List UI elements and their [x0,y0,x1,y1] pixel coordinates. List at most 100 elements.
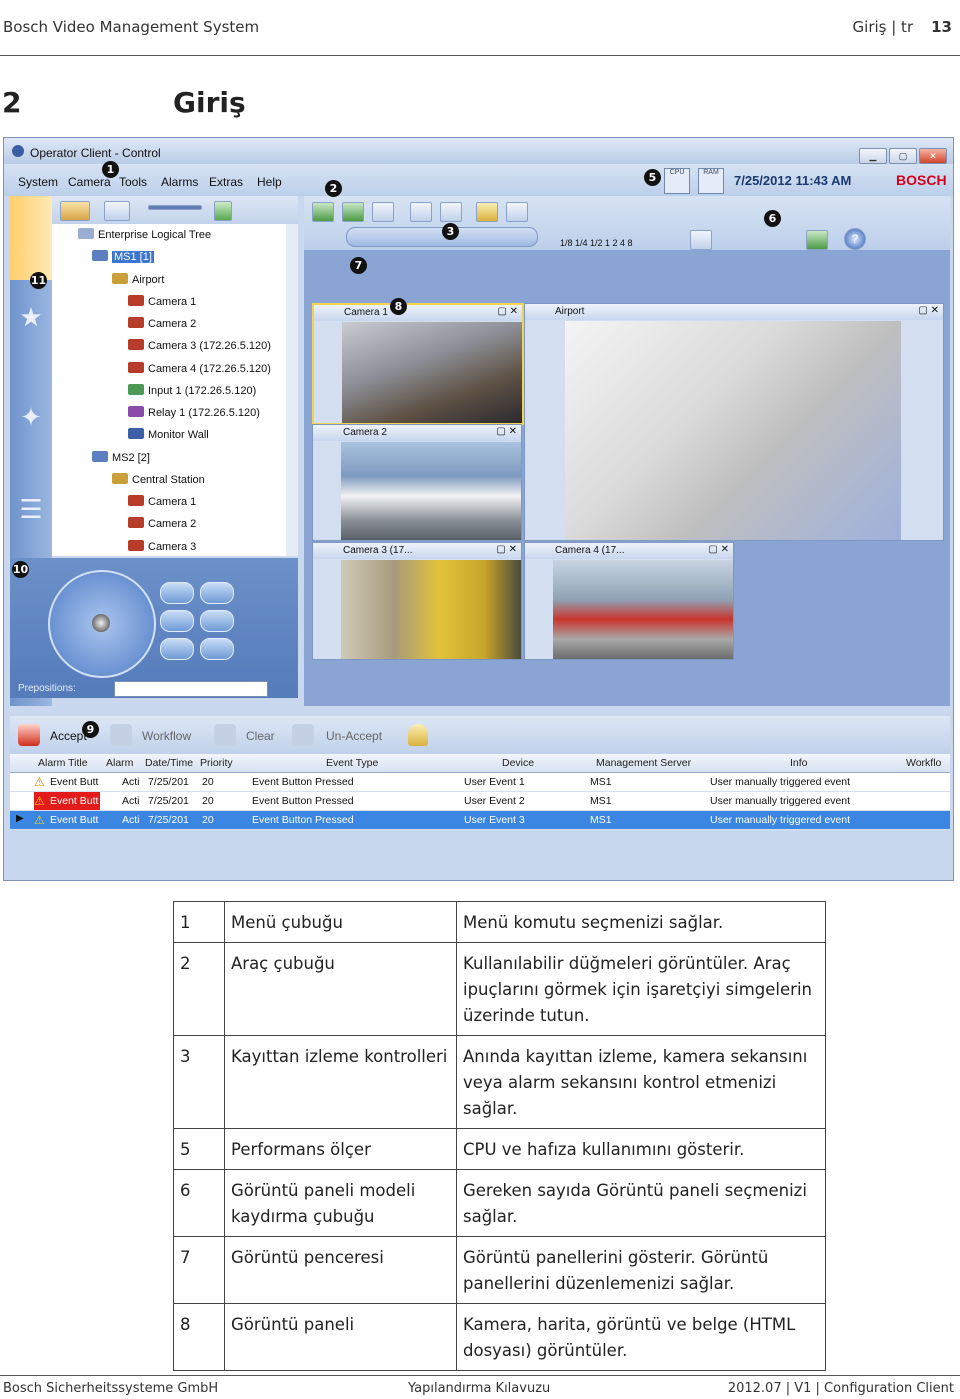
legend-row: 6 Görüntü paneli modeli kaydırma çubuğu … [173,1169,826,1237]
legend-name: Görüntü paneli [224,1303,457,1371]
volume-slider[interactable] [148,205,202,210]
menu-system[interactable]: System [18,175,58,189]
tree-item[interactable]: Central Station [112,473,205,486]
camera-toolbar-icon[interactable] [60,201,90,221]
col-event-type[interactable]: Event Type [326,757,396,769]
ptz-aux-button[interactable] [200,610,234,632]
pane-close-icon[interactable]: ▢ ✕ [918,305,939,316]
pane-close-icon[interactable]: ▢ ✕ [708,544,729,555]
image-pane-camera-1[interactable]: Camera 1 ▢ ✕ [312,303,524,425]
tree-item-label: Airport [132,274,165,286]
image-pane-camera-3[interactable]: Camera 3 (17... ▢ ✕ [312,542,522,660]
tree-item[interactable]: MS2 [2] [92,451,150,464]
legend-name: Menü çubuğu [224,901,457,943]
col-device[interactable]: Device [502,757,552,769]
bell-icon[interactable] [408,724,428,746]
print-icon[interactable] [410,202,432,222]
menu-camera[interactable]: Camera [68,175,111,189]
tree-item[interactable]: Camera 3 [128,540,196,553]
undock-icon[interactable] [312,202,334,222]
col-datetime[interactable]: Date/Time [145,757,197,769]
menu-extras[interactable]: Extras [209,175,243,189]
ptz-home-button[interactable] [200,638,234,660]
pane-close-icon[interactable]: ▢ ✕ [496,426,517,437]
legend-table: 1 Menü çubuğu Menü komutu seçmenizi sağl… [173,901,826,1371]
tree-item-label: Camera 1 [148,296,197,308]
tree-scrollbar[interactable] [286,224,298,556]
layout-icon[interactable] [690,230,712,250]
legend-description: Kullanılabilir düğmeleri görüntüler. Ara… [456,942,826,1036]
add-pane-icon[interactable] [806,230,828,250]
image-pane-camera-2[interactable]: Camera 2 ▢ ✕ [312,424,522,541]
tree-item[interactable]: Camera 2 [128,517,196,530]
alarm-row[interactable]: ⚠ Event Butt Acti 7/25/201 20 Event Butt… [10,792,950,811]
legend-description: Gereken sayıda Görüntü paneli seçmenizi … [456,1169,826,1237]
camera-icon [128,517,144,528]
speaker-icon[interactable] [214,201,232,221]
col-priority[interactable]: Priority [200,757,244,769]
tree-item[interactable]: Camera 1 [128,495,196,508]
star-icon[interactable]: ★ [16,302,46,332]
legend-number: 2 [173,942,225,1036]
favorite-icon[interactable] [476,202,498,222]
maximize-icon[interactable]: ▢ [889,148,917,164]
callout-2: 2 [325,180,342,197]
help-icon[interactable]: ? [844,228,866,250]
menu-alarms[interactable]: Alarms [161,175,198,189]
cell-priority: 20 [202,776,214,788]
image-pane-camera-4[interactable]: Camera 4 (17... ▢ ✕ [524,542,734,660]
tree-item[interactable]: Camera 2 [128,317,196,330]
image-pane-airport-map[interactable]: Airport ▢ ✕ [524,303,944,541]
image-icon[interactable] [372,202,394,222]
tree-item[interactable]: Airport [112,273,164,286]
pane-close-icon[interactable]: ▢ ✕ [496,544,517,555]
tree-item[interactable]: Camera 4 (172.26.5.120) [128,362,271,375]
camera-icon [128,295,144,306]
minimize-icon[interactable]: ▁ [859,148,887,164]
col-alarm-title[interactable]: Alarm Title [38,757,98,769]
alarm-row[interactable]: ⚠ Event Butt Acti 7/25/201 20 Event Butt… [10,773,950,792]
ptz-preset-button[interactable] [160,638,194,660]
clear-button[interactable]: Clear [246,729,275,743]
sidebar-tab-tree[interactable] [10,196,52,280]
compass-icon[interactable]: ✦ [16,402,46,432]
legend-description: CPU ve hafıza kullanımını gösterir. [456,1128,826,1170]
alarm-row-selected[interactable]: ▶ ⚠ Event Butt Acti 7/25/201 20 Event Bu… [10,811,950,830]
window-titlebar: Operator Client - Control ▁ ▢ ✕ [4,138,953,164]
col-workflow[interactable]: Workflo [906,757,950,769]
export-icon[interactable] [506,202,528,222]
menu-tools[interactable]: Tools [119,175,147,189]
col-alarm[interactable]: Alarm [106,757,140,769]
col-management-server[interactable]: Management Server [596,757,706,769]
pane-close-icon[interactable]: ▢ ✕ [497,306,518,317]
ptz-iris-button[interactable] [160,610,194,632]
list-icon[interactable]: ☰ [16,494,46,524]
prepositions-select[interactable] [114,681,268,697]
cell-alarm: Acti [122,814,140,826]
snapshot-icon[interactable] [440,202,462,222]
filmstrip-icon[interactable] [104,201,130,221]
tree-item[interactable]: Monitor Wall [128,428,209,441]
tree-item[interactable]: Camera 3 (172.26.5.120) [128,339,271,352]
ptz-zoom-button[interactable] [160,582,194,604]
callout-5: 5 [644,169,661,186]
menu-help[interactable]: Help [257,175,282,189]
pane-sidebar [313,559,339,659]
pane-sidebar [314,321,340,423]
tree-item[interactable]: Relay 1 (172.26.5.120) [128,406,260,419]
unaccept-button[interactable]: Un-Accept [326,729,382,743]
ptz-knob[interactable] [92,614,110,632]
ptz-focus-button[interactable] [200,582,234,604]
tree-item[interactable]: MS1 [1] [92,250,154,263]
tree-item[interactable]: Input 1 (172.26.5.120) [128,384,256,397]
cell-server: MS1 [590,795,612,807]
workflow-button[interactable]: Workflow [142,729,191,743]
pane-title: Camera 2 [343,427,387,438]
pane-titlebar: Airport ▢ ✕ [525,304,943,320]
pane-titlebar: Camera 4 (17... ▢ ✕ [525,543,733,559]
tree-root[interactable]: Enterprise Logical Tree [78,228,211,241]
dock-icon[interactable] [342,202,364,222]
tree-item[interactable]: Camera 1 [128,295,196,308]
col-info[interactable]: Info [790,757,830,769]
close-icon[interactable]: ✕ [919,148,947,164]
